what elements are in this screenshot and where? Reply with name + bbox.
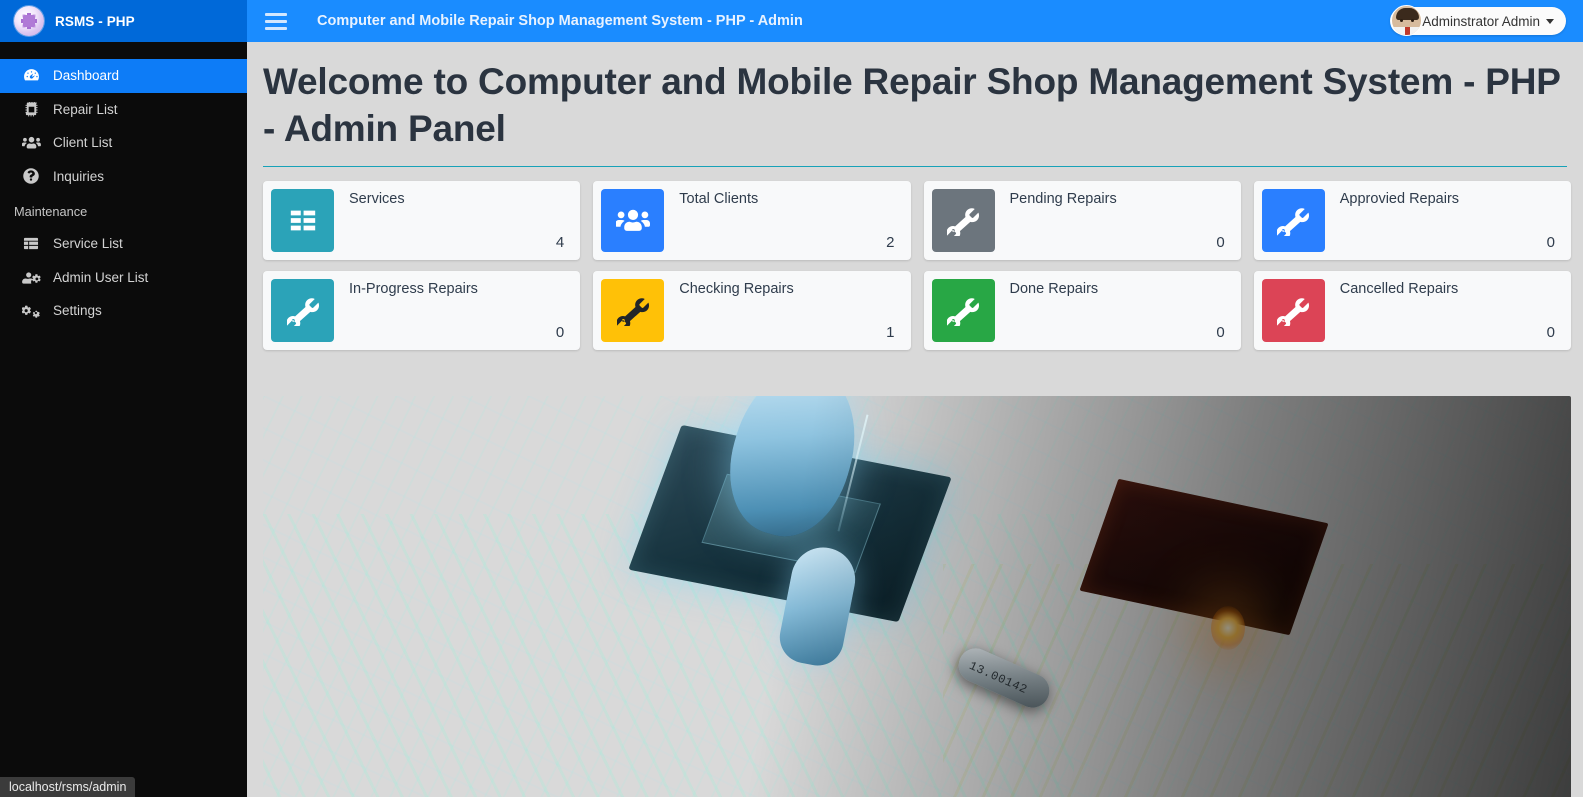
sidebar-item-repair-list[interactable]: Repair List [0, 93, 247, 127]
top-navigation-bar: Computer and Mobile Repair Shop Manageme… [247, 0, 1583, 42]
stat-card-label: Approvied Repairs [1339, 190, 1460, 207]
question-circle-icon [21, 167, 41, 185]
hamburger-bar [265, 26, 287, 30]
stat-card-grid: Services 4 Total Clients 2 Pending Repai… [263, 180, 1571, 350]
users-icon [601, 188, 665, 252]
sidebar-spacer [0, 42, 247, 59]
sidebar-item-label: Admin User List [53, 269, 149, 285]
table-cells-icon [271, 188, 334, 252]
sidebar-item-dashboard[interactable]: Dashboard [0, 59, 247, 93]
stat-card-label: Total Clients [679, 190, 759, 207]
stat-card-checking-repairs[interactable]: Checking Repairs 1 [593, 270, 911, 350]
tools-icon [601, 278, 665, 342]
cpu-chip-logo-icon [14, 6, 44, 36]
stat-card-label: Services [349, 190, 405, 207]
stat-card-in-progress-repairs[interactable]: In-Progress Repairs 0 [263, 270, 581, 350]
stat-card-label: Pending Repairs [1009, 190, 1117, 207]
brand-header[interactable]: RSMS - PHP [0, 0, 247, 42]
table-list-icon [21, 235, 41, 253]
stat-card-value: 4 [555, 233, 565, 251]
stat-card-pending-repairs[interactable]: Pending Repairs 0 [923, 180, 1241, 260]
avatar-eyes [1400, 19, 1404, 22]
users-cog-icon [21, 268, 41, 286]
avatar-hair [1396, 8, 1420, 20]
stat-card-value: 0 [1216, 323, 1225, 341]
sidebar-item-label: Client List [53, 135, 113, 151]
stat-card-value: 0 [555, 323, 565, 341]
sidebar-item-settings[interactable]: Settings [0, 294, 247, 328]
stat-card-services[interactable]: Services 4 [263, 180, 581, 260]
users-icon [21, 134, 41, 152]
sidebar-item-inquiries[interactable]: Inquiries [0, 160, 247, 194]
microchip-icon [21, 100, 41, 118]
hero-vignette [263, 395, 1571, 797]
tools-icon [931, 188, 995, 252]
app-title: Computer and Mobile Repair Shop Manageme… [317, 13, 803, 29]
stat-card-done-repairs[interactable]: Done Repairs 0 [923, 270, 1241, 350]
stat-card-value: 1 [886, 323, 895, 341]
hamburger-icon[interactable] [265, 10, 287, 32]
stat-card-value: 0 [1546, 233, 1555, 251]
stat-card-total-clients[interactable]: Total Clients 2 [593, 180, 911, 260]
sidebar-item-admin-user-list[interactable]: Admin User List [0, 261, 247, 295]
stat-card-body: Cancelled Repairs 0 [1325, 279, 1563, 342]
tools-icon [271, 278, 334, 342]
stat-card-body: Services 4 [334, 189, 572, 252]
user-menu[interactable]: Adminstrator Admin [1390, 5, 1566, 36]
sidebar-item-label: Dashboard [53, 68, 120, 84]
stat-card-value: 2 [886, 233, 895, 251]
sidebar-item-service-list[interactable]: Service List [0, 227, 247, 261]
browser-status-bar: localhost/rsms/admin [0, 777, 136, 797]
stat-card-approved-repairs[interactable]: Approvied Repairs 0 [1253, 180, 1571, 260]
stat-card-label: Checking Repairs [679, 280, 794, 297]
sidebar-item-label: Repair List [53, 101, 118, 117]
stat-card-label: Cancelled Repairs [1339, 280, 1459, 297]
stat-card-body: Approvied Repairs 0 [1325, 189, 1563, 252]
tools-icon [931, 278, 995, 342]
stat-card-cancelled-repairs[interactable]: Cancelled Repairs 0 [1253, 270, 1571, 350]
stat-card-value: 0 [1216, 233, 1225, 251]
sidebar-item-client-list[interactable]: Client List [0, 126, 247, 160]
tachometer-icon [21, 67, 41, 85]
sidebar-item-label: Service List [53, 236, 123, 252]
stat-card-body: Checking Repairs 1 [664, 279, 902, 342]
stat-card-body: Done Repairs 0 [995, 279, 1233, 342]
stat-card-body: Pending Repairs 0 [995, 189, 1233, 252]
user-name: Adminstrator Admin [1422, 13, 1540, 29]
sidebar-item-label: Settings [53, 303, 102, 319]
stat-card-label: Done Repairs [1009, 280, 1099, 297]
stat-card-body: In-Progress Repairs 0 [334, 279, 572, 342]
tools-icon [1261, 278, 1325, 342]
tools-icon [1261, 188, 1325, 252]
hero-image: 13.00142 [263, 395, 1571, 797]
stat-card-body: Total Clients 2 [664, 189, 902, 252]
main-content: Welcome to Computer and Mobile Repair Sh… [247, 42, 1583, 797]
stat-card-label: In-Progress Repairs [349, 280, 478, 297]
sidebar: RSMS - PHP Dashboard Repair List Client … [0, 0, 247, 797]
user-avatar [1391, 5, 1423, 36]
sidebar-item-label: Inquiries [53, 168, 105, 184]
page-title: Welcome to Computer and Mobile Repair Sh… [263, 61, 1561, 149]
hamburger-bar [265, 19, 287, 23]
cogs-icon [21, 302, 41, 320]
avatar-tie [1405, 27, 1411, 35]
sidebar-section-maintenance: Maintenance [14, 204, 88, 219]
stat-card-value: 0 [1546, 323, 1555, 341]
brand-title: RSMS - PHP [55, 13, 135, 29]
title-divider [263, 165, 1567, 167]
hamburger-bar [265, 12, 287, 16]
caret-down-icon [1546, 18, 1554, 24]
